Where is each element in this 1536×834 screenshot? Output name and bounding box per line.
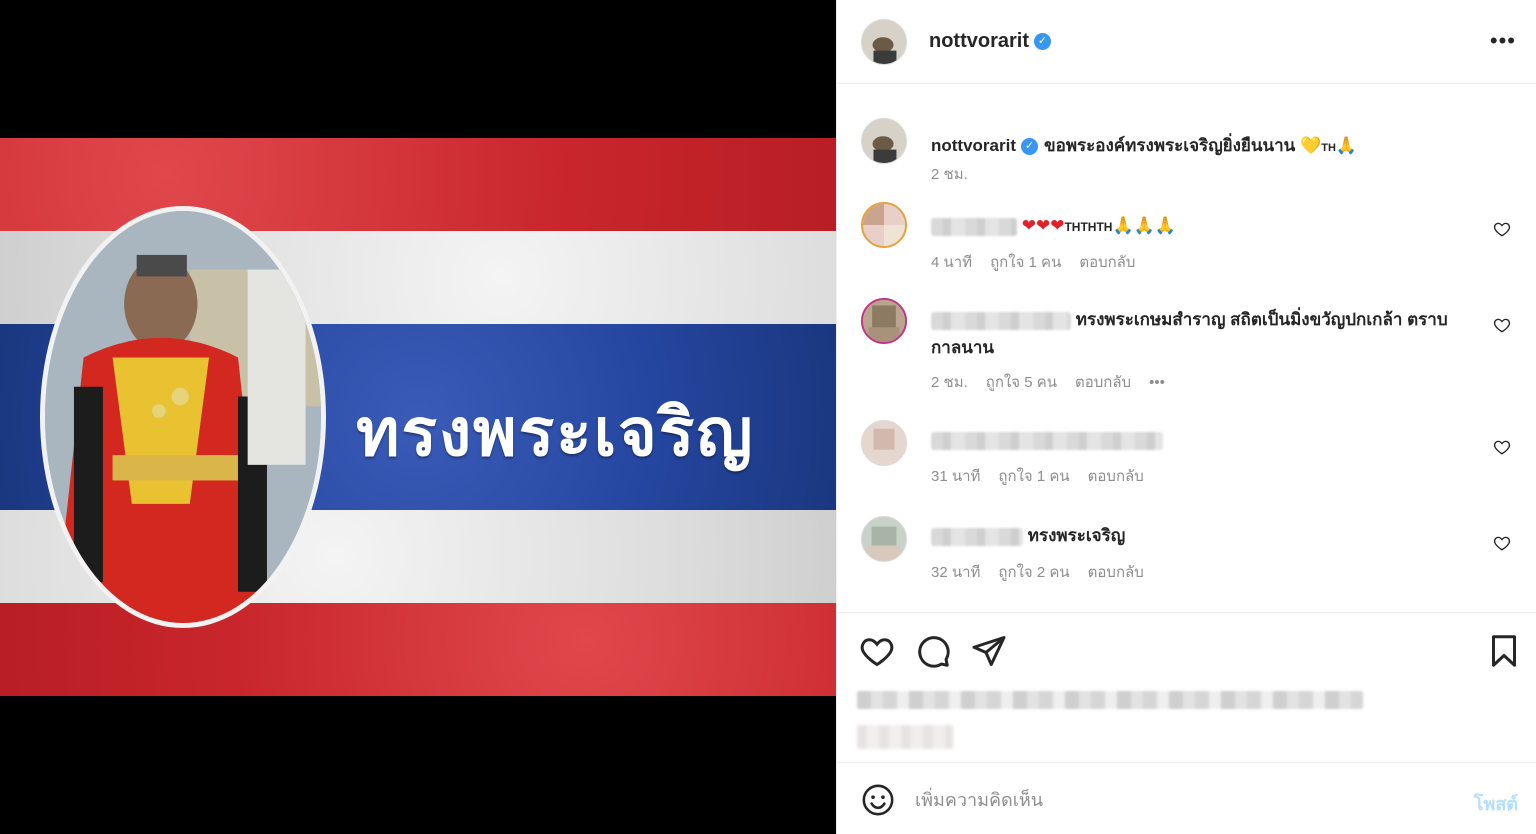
- flag-stripe-red: [0, 603, 836, 696]
- post-header: nottvorarit ✓ •••: [837, 0, 1536, 84]
- blurred-likes-summary: [857, 691, 1363, 709]
- reply-button[interactable]: ตอบกลับ: [1075, 374, 1131, 391]
- commenter-avatar[interactable]: [861, 516, 907, 562]
- reply-button[interactable]: ตอบกลับ: [1088, 564, 1144, 581]
- post-sidebar: nottvorarit ✓ ••• nottvorarit ✓ ขอพระองค์ทร…: [836, 0, 1536, 834]
- caption-text: ขอพระองค์ทรงพระเจริญยิ่งยืนนาน: [1044, 136, 1296, 155]
- verified-badge-icon: ✓: [1034, 33, 1051, 51]
- more-options-icon[interactable]: •••: [1490, 28, 1516, 54]
- author-username-text[interactable]: nottvorarit: [929, 30, 1029, 52]
- comment-body: ทรงพระเกษมสำราญ สถิตเป็นมิ่งขวัญปกเกล้า …: [931, 306, 1471, 362]
- pray-icon: 🙏🙏🙏: [1112, 216, 1176, 235]
- comment-item: 31 นาที ถูกใจ 1 คน ตอบกลับ: [861, 420, 1511, 490]
- comment-meta: 2 ชม. ถูกใจ 5 คน ตอบกลับ •••: [931, 370, 1183, 394]
- commenter-avatar[interactable]: [861, 298, 907, 344]
- like-comment-heart-icon[interactable]: [1493, 316, 1511, 334]
- share-paper-plane-icon[interactable]: [971, 633, 1007, 669]
- comment-meta: 4 นาที ถูกใจ 1 คน ตอบกลับ: [931, 250, 1153, 274]
- comment-body: [931, 426, 1471, 454]
- thai-flag-emoji: TH: [1321, 142, 1336, 154]
- author-avatar[interactable]: [861, 118, 907, 164]
- caption-username[interactable]: nottvorarit: [931, 136, 1016, 155]
- blurred-comment-text: [931, 431, 1163, 450]
- author-username[interactable]: nottvorarit ✓: [929, 30, 1051, 53]
- comment-text: ทรงพระเจริญ: [1027, 526, 1126, 545]
- blurred-username[interactable]: [931, 527, 1023, 546]
- comment-bubble-icon[interactable]: [915, 633, 951, 669]
- thai-flag-emoji: THTHTH: [1064, 220, 1113, 234]
- comment-item: ทรงพระเจริญ 32 นาที ถูกใจ 2 คน ตอบกลับ: [861, 516, 1511, 586]
- post-comment-button[interactable]: โพสต์: [1474, 789, 1518, 818]
- caption-line: nottvorarit ✓ ขอพระองค์ทรงพระเจริญยิ่งยืนน…: [931, 132, 1357, 159]
- comment-timestamp: 4 นาที: [931, 254, 973, 271]
- like-comment-heart-icon[interactable]: [1493, 220, 1511, 238]
- comment-timestamp: 32 นาที: [931, 564, 981, 581]
- blurred-likes-summary: [857, 725, 953, 749]
- comment-timestamp: 31 นาที: [931, 468, 981, 485]
- commenter-avatar[interactable]: [861, 420, 907, 466]
- post-headline-text: ทรงพระเจริญ: [356, 393, 755, 471]
- comment-likes[interactable]: ถูกใจ 2 คน: [998, 564, 1069, 581]
- like-heart-icon[interactable]: [859, 633, 895, 669]
- reply-button[interactable]: ตอบกลับ: [1079, 254, 1135, 271]
- like-comment-heart-icon[interactable]: [1493, 438, 1511, 456]
- comment-composer: โพสต์: [837, 762, 1536, 834]
- bookmark-icon[interactable]: [1486, 633, 1522, 669]
- caption-timestamp: 2 ชม.: [931, 166, 968, 183]
- comment-more-icon[interactable]: •••: [1149, 374, 1165, 391]
- pray-icon: 🙏: [1335, 136, 1358, 155]
- author-avatar[interactable]: [861, 19, 907, 65]
- comment-likes[interactable]: ถูกใจ 5 คน: [986, 374, 1057, 391]
- verified-badge-icon: ✓: [1021, 138, 1038, 156]
- flag-stripe-red: [0, 138, 836, 231]
- add-comment-input[interactable]: [915, 785, 1435, 815]
- comment-body: ทรงพระเจริญ: [931, 522, 1471, 550]
- blurred-username[interactable]: [931, 311, 1071, 330]
- comment-item: ทรงพระเกษมสำราญ สถิตเป็นมิ่งขวัญปกเกล้า …: [861, 298, 1511, 391]
- comments-list[interactable]: nottvorarit ✓ ขอพระองค์ทรงพระเจริญยิ่งยืนน…: [837, 84, 1536, 610]
- post-image[interactable]: ทรงพระเจริญ: [0, 0, 836, 834]
- portrait-oval: [40, 206, 326, 628]
- emoji-smiley-icon[interactable]: [861, 783, 895, 817]
- commenter-avatar[interactable]: [861, 202, 907, 248]
- comment-meta: 32 นาที ถูกใจ 2 คน ตอบกลับ: [931, 560, 1162, 584]
- comment-likes[interactable]: ถูกใจ 1 คน: [990, 254, 1061, 271]
- post-actions: [837, 612, 1536, 762]
- comment-item: ❤❤❤THTHTH🙏🙏🙏 4 นาที ถูกใจ 1 คน ตอบกลับ: [861, 202, 1511, 272]
- like-comment-heart-icon[interactable]: [1493, 534, 1511, 552]
- comment-body: ❤❤❤THTHTH🙏🙏🙏: [931, 212, 1471, 241]
- comment-likes[interactable]: ถูกใจ 1 คน: [998, 468, 1069, 485]
- comment-timestamp: 2 ชม.: [931, 374, 968, 391]
- yellow-heart-icon: 💛: [1300, 136, 1322, 155]
- reply-button[interactable]: ตอบกลับ: [1088, 468, 1144, 485]
- blurred-username[interactable]: [931, 217, 1017, 236]
- red-heart-icon: ❤❤❤: [1021, 216, 1065, 235]
- comment-meta: 31 นาที ถูกใจ 1 คน ตอบกลับ: [931, 464, 1162, 488]
